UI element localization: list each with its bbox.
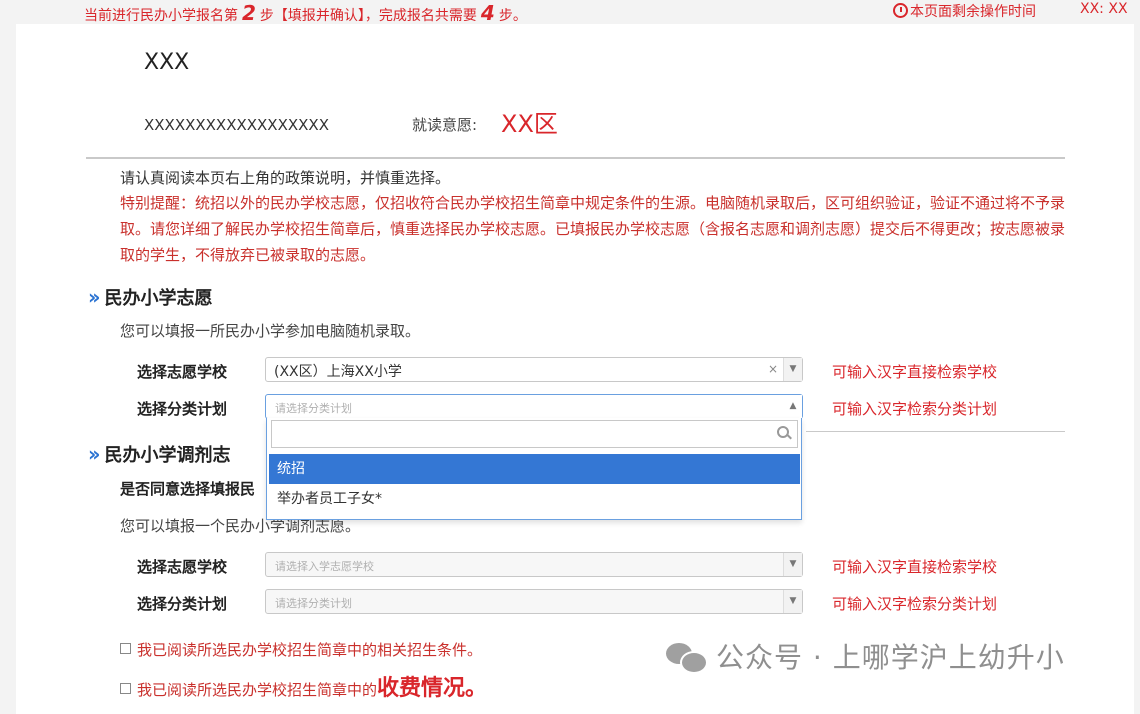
step-total: 4 xyxy=(480,1,495,25)
double-chevron-right-icon: ›› xyxy=(88,442,101,466)
section-title-adjustment: ›› 民办小学调剂志 xyxy=(88,442,231,466)
chevron-up-icon[interactable]: ▲ xyxy=(784,395,802,418)
plan-search-hint: 可输入汉字检索分类计划 xyxy=(832,400,998,418)
school-search-hint: 可输入汉字直接检索学校 xyxy=(832,363,998,381)
section-title-private-school: ›› 民办小学志愿 xyxy=(88,285,213,309)
double-chevron-right-icon: ›› xyxy=(88,285,101,309)
checkbox[interactable] xyxy=(120,683,131,694)
plan-select-placeholder: 请选择分类计划 xyxy=(275,402,352,415)
confirm-conditions-checkbox[interactable]: 我已阅读所选民办学校招生简章中的相关招生条件。 xyxy=(120,639,482,660)
adjustment-plan-select[interactable]: 请选择分类计划 ▼ xyxy=(265,589,803,614)
school-label: 选择志愿学校 xyxy=(137,558,228,576)
divider xyxy=(86,157,1065,159)
clear-icon[interactable]: × xyxy=(768,362,778,376)
intent-label: 就读意愿: xyxy=(412,116,478,134)
plan-label: 选择分类计划 xyxy=(137,400,228,418)
applicant-id-number: XXXXXXXXXXXXXXXXXX xyxy=(144,116,329,134)
search-icon xyxy=(777,426,789,438)
step-prefix: 当前进行民办小学报名第 xyxy=(84,8,238,24)
dropdown-option[interactable]: 举办者员工子女* xyxy=(269,484,800,514)
step-progress: 当前进行民办小学报名第 2 步【填报并确认】，完成报名共需要 4 步。 xyxy=(84,1,527,25)
school-search-hint: 可输入汉字直接检索学校 xyxy=(832,558,998,576)
step-suffix: 步。 xyxy=(498,8,527,24)
dropdown-option[interactable]: 统招 xyxy=(269,454,800,484)
step-middle: 步【填报并确认】，完成报名共需要 xyxy=(259,8,477,24)
intent-value: XX区 xyxy=(501,110,558,138)
chevron-down-icon[interactable]: ▼ xyxy=(783,553,802,576)
section-subtitle: 您可以填报一所民办小学参加电脑随机录取。 xyxy=(120,322,421,340)
checkbox[interactable] xyxy=(120,643,131,654)
school-select[interactable]: (XX区）上海XX小学 × ▼ xyxy=(265,357,803,382)
adjustment-school-placeholder: 请选择入学志愿学校 xyxy=(275,560,374,573)
chevron-down-icon[interactable]: ▼ xyxy=(783,590,802,613)
adjustment-plan-placeholder: 请选择分类计划 xyxy=(275,597,352,610)
divider xyxy=(806,431,1065,432)
policy-notice: 请认真阅读本页右上角的政策说明，并慎重选择。 xyxy=(120,169,451,187)
school-label: 选择志愿学校 xyxy=(137,363,228,381)
step-status-bar: 当前进行民办小学报名第 2 步【填报并确认】，完成报名共需要 4 步。 本页面剩余操作时… xyxy=(0,0,1140,25)
special-warning: 特别提醒：统招以外的民办学校志愿，仅招收符合民办学校招生简章中规定条件的生源。电… xyxy=(120,194,1066,264)
school-select-value: (XX区）上海XX小学 xyxy=(274,364,402,380)
plan-label: 选择分类计划 xyxy=(137,595,228,613)
watermark: 公众号 · 上哪学沪上幼升小 xyxy=(666,636,1065,676)
clock-icon xyxy=(893,3,908,18)
dropdown-search-input[interactable] xyxy=(271,420,798,448)
wechat-icon xyxy=(666,641,708,674)
plan-dropdown: 统招 举办者员工子女* xyxy=(266,418,802,520)
chevron-down-icon[interactable]: ▼ xyxy=(783,358,802,381)
plan-search-hint: 可输入汉字检索分类计划 xyxy=(832,595,998,613)
remaining-time-label: 本页面剩余操作时间 xyxy=(893,1,1036,21)
remaining-time-value: XX: XX xyxy=(1080,1,1128,17)
applicant-name: XXX xyxy=(144,50,190,75)
plan-select[interactable]: 请选择分类计划 ▲ xyxy=(265,394,803,419)
confirm-fees-checkbox[interactable]: 我已阅读所选民办学校招生简章中的收费情况。 xyxy=(120,670,487,702)
adjustment-question: 是否同意选择填报民 xyxy=(120,480,256,498)
adjustment-school-select[interactable]: 请选择入学志愿学校 ▼ xyxy=(265,552,803,577)
step-current: 2 xyxy=(242,1,256,25)
